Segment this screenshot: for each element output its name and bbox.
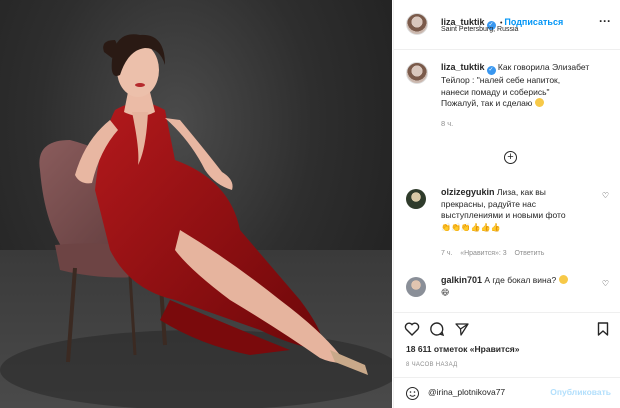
grin-emoji-icon [534, 98, 544, 107]
comment-emoji-line: 👏👏👏👍👍👍 [441, 222, 501, 232]
comment-input[interactable]: @irina_plotnikova77 [428, 387, 505, 397]
comment-line: прекрасны, радуйте нас [441, 198, 536, 209]
caption-line: Тейлор : "налей себе напиток, [441, 75, 561, 85]
comment-emoji-line: 😄 [441, 287, 450, 297]
comment-icon[interactable] [429, 321, 445, 337]
confused-emoji-icon [558, 275, 568, 284]
post-photo[interactable] [0, 0, 392, 408]
heart-icon[interactable] [404, 321, 420, 337]
commenter-avatar[interactable] [406, 189, 426, 209]
caption-avatar[interactable] [406, 62, 428, 84]
bookmark-icon[interactable] [595, 321, 611, 337]
comment-line: Лиза, как вы [496, 187, 546, 197]
comment-meta: 7 ч. «Нравится»: 3 Ответить [441, 250, 544, 257]
post-header: liza_tuktik ✓ • Подписаться Saint Petersb… [394, 0, 620, 50]
post-age: 8 ЧАСОВ НАЗАД [406, 362, 458, 368]
caption-username[interactable]: liza_tuktik [441, 62, 485, 72]
comment-composer: @irina_plotnikova77 Опубликовать [394, 377, 620, 408]
reply-button[interactable]: Ответить [514, 250, 544, 257]
comment-likes[interactable]: «Нравится»: 3 [460, 250, 506, 257]
caption-line: Как говорила Элизабет [497, 62, 590, 72]
heart-icon[interactable]: ♡ [602, 191, 609, 200]
emoji-icon[interactable] [406, 387, 419, 400]
heart-icon[interactable]: ♡ [602, 279, 609, 288]
commenter-avatar[interactable] [406, 277, 426, 297]
comment-line: выступлениями и новыми фото [441, 210, 566, 220]
likes-count[interactable]: 18 611 отметок «Нравится» [406, 344, 520, 354]
caption-line: нанеси помаду и соберись" [441, 86, 550, 97]
comment-text: olzizegyukin Лиза, как вы прекрасны, рад… [441, 187, 591, 233]
post-side-panel: liza_tuktik ✓ • Подписаться Saint Petersb… [393, 0, 620, 408]
avatar[interactable] [406, 13, 428, 35]
comment-time: 7 ч. [441, 250, 453, 257]
caption-time: 8 ч. [441, 118, 454, 128]
photo-illustration [0, 34, 392, 408]
verified-badge-icon: ✓ [486, 66, 496, 75]
location-link[interactable]: Saint Petersburg, Russia [441, 26, 518, 33]
post-actions [394, 312, 620, 342]
more-horizontal-icon[interactable]: ··· [599, 14, 611, 28]
publish-button[interactable]: Опубликовать [550, 387, 611, 397]
share-icon[interactable] [454, 321, 470, 337]
caption-line: Пожалуй, так и сделаю [441, 98, 533, 108]
comment-line: А где бокал вина? [484, 275, 557, 285]
comment-text: galkin701 А где бокал вина? 😄 [441, 275, 591, 298]
caption-text: liza_tuktik ✓ Как говорила Элизабет Тейло… [441, 62, 611, 129]
plus-circle-icon[interactable]: + [504, 151, 517, 164]
commenter-username[interactable]: olzizegyukin [441, 187, 495, 197]
commenter-username[interactable]: galkin701 [441, 275, 482, 285]
